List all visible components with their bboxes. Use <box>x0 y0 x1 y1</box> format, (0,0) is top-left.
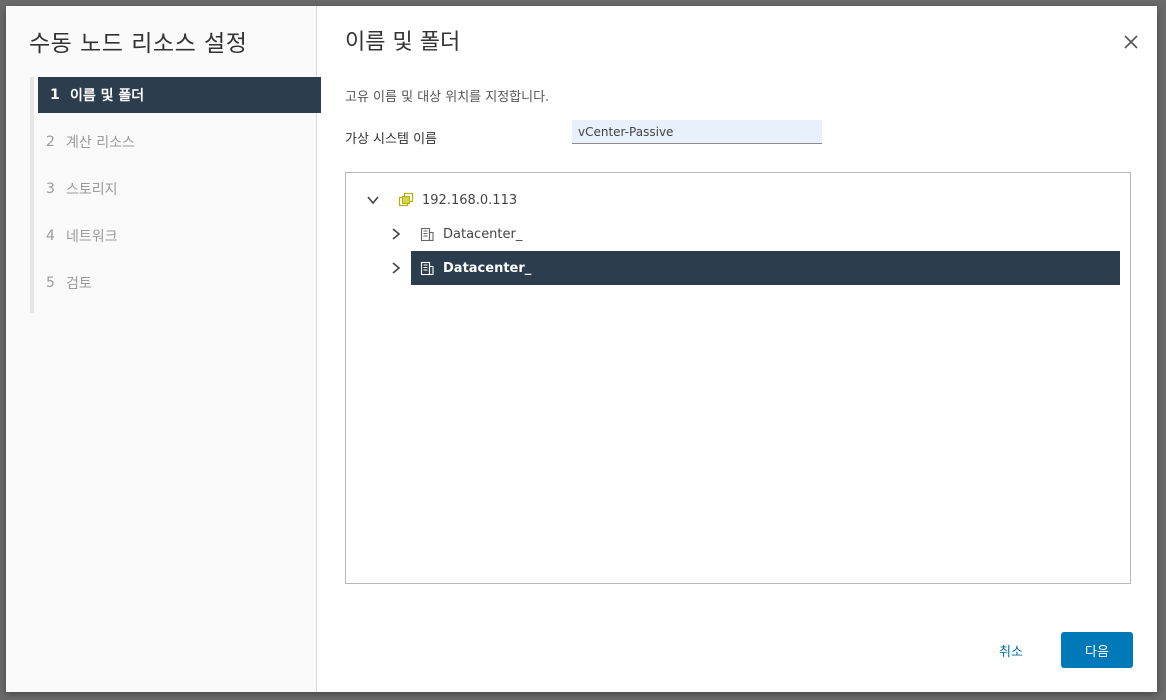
chevron-right-icon[interactable] <box>389 261 403 275</box>
datacenter-icon <box>419 226 435 242</box>
wizard-content: 이름 및 폴더 고유 이름 및 대상 위치를 지정합니다. 가상 시스템 이름 <box>317 6 1157 692</box>
tree-node-label: Datacenter_ <box>443 260 532 276</box>
datacenter-icon <box>419 260 435 276</box>
step-label: 검토 <box>66 276 92 292</box>
wizard-dialog: 수동 노드 리소스 설정 1 이름 및 폴더 2 계산 리소스 3 스토리지 4… <box>6 6 1157 692</box>
step-number: 2 <box>46 134 55 150</box>
step-number: 1 <box>50 87 60 103</box>
step-review[interactable]: 5 검토 <box>34 265 321 301</box>
chevron-right-icon[interactable] <box>389 227 403 241</box>
page-title: 이름 및 폴더 <box>345 30 461 55</box>
step-number: 5 <box>46 275 55 291</box>
next-button[interactable]: 다음 <box>1061 632 1133 668</box>
wizard-steps: 1 이름 및 폴더 2 계산 리소스 3 스토리지 4 네트워크 5 검토 <box>30 77 321 313</box>
chevron-down-icon[interactable] <box>366 193 380 207</box>
vm-name-label: 가상 시스템 이름 <box>345 132 437 147</box>
step-number: 3 <box>46 181 55 197</box>
tree-node-label: Datacenter_ <box>443 226 523 242</box>
page-description: 고유 이름 및 대상 위치를 지정합니다. <box>345 90 550 105</box>
vm-name-input[interactable] <box>572 120 822 144</box>
wizard-sidebar: 수동 노드 리소스 설정 1 이름 및 폴더 2 계산 리소스 3 스토리지 4… <box>6 6 321 692</box>
step-label: 계산 리소스 <box>66 135 135 151</box>
cancel-button[interactable]: 취소 <box>999 641 1023 660</box>
step-network[interactable]: 4 네트워크 <box>34 218 321 254</box>
close-icon[interactable] <box>1121 32 1141 52</box>
wizard-title: 수동 노드 리소스 설정 <box>29 31 248 57</box>
tree-node-datacenter-selected[interactable]: Datacenter_ <box>389 251 1120 285</box>
step-name-and-folder[interactable]: 1 이름 및 폴더 <box>38 77 321 113</box>
folder-tree: 192.168.0.113 Datacenter_ Datacenter_ <box>345 172 1131 584</box>
tree-node-label: 192.168.0.113 <box>422 192 518 208</box>
tree-node-vcenter[interactable]: 192.168.0.113 <box>366 183 517 217</box>
step-label: 네트워크 <box>66 229 118 245</box>
step-number: 4 <box>46 228 55 244</box>
step-compute-resource[interactable]: 2 계산 리소스 <box>34 124 321 160</box>
step-label: 이름 및 폴더 <box>70 88 145 104</box>
vcenter-icon <box>398 192 414 208</box>
step-label: 스토리지 <box>66 182 118 198</box>
tree-node-datacenter[interactable]: Datacenter_ <box>389 217 522 251</box>
step-storage[interactable]: 3 스토리지 <box>34 171 321 207</box>
